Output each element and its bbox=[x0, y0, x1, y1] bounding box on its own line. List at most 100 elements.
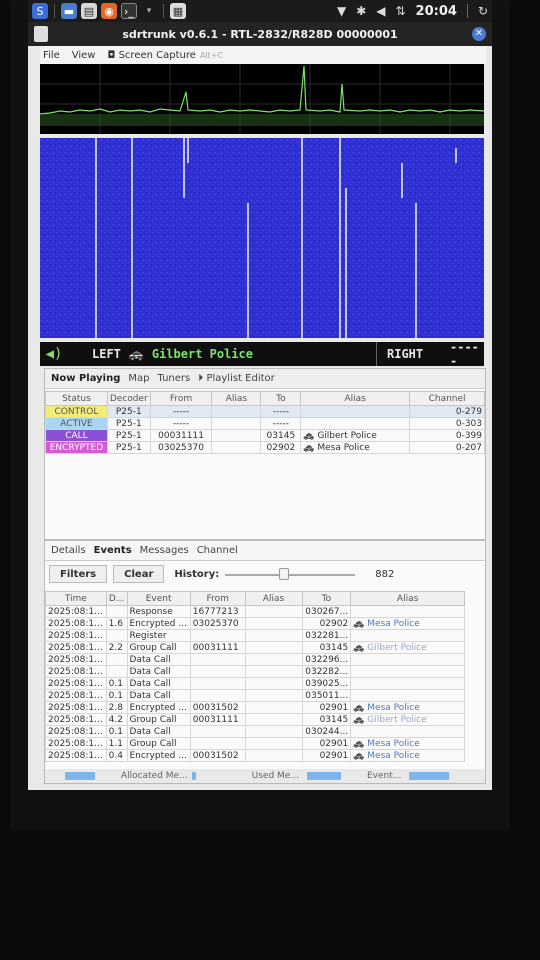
menu-view[interactable]: View bbox=[72, 50, 96, 61]
desktop-icon[interactable]: ▬ bbox=[61, 3, 77, 19]
filters-button[interactable]: Filters bbox=[49, 565, 108, 583]
tab-events[interactable]: Events bbox=[94, 545, 132, 556]
col-to[interactable]: To bbox=[260, 391, 302, 406]
col-decoder[interactable]: Decoder bbox=[106, 391, 151, 406]
event-cell: Response bbox=[126, 605, 191, 618]
tab-tuners[interactable]: Tuners bbox=[158, 373, 191, 384]
col-ev-alias[interactable]: Alias bbox=[244, 591, 303, 606]
menu-file[interactable]: File bbox=[43, 50, 60, 61]
time-cell: 2025:08:1... bbox=[45, 689, 107, 702]
wifi-icon[interactable]: ▼ bbox=[337, 4, 346, 18]
now-playing-row[interactable]: ACTIVE P25-1 ----- ----- 0-303 bbox=[45, 417, 485, 430]
time-cell: 2025:08:1... bbox=[45, 725, 107, 738]
from-cell-text: 03025370 bbox=[192, 618, 239, 629]
event-row[interactable]: 2025:08:1... 1.6 Encrypted ... 03025370 0290… bbox=[45, 617, 465, 630]
event-row[interactable]: 2025:08:1... Register 032281... bbox=[45, 629, 465, 642]
to-cell: 035011... bbox=[301, 689, 352, 702]
tab-now-playing[interactable]: Now Playing bbox=[51, 373, 120, 384]
event-cell: Encrypted ... bbox=[126, 749, 191, 762]
col-ev-from[interactable]: From bbox=[189, 591, 246, 606]
col-time[interactable]: Time bbox=[45, 591, 107, 606]
now-playing-row[interactable]: CONTROL P25-1 ----- ----- 0-279 bbox=[45, 405, 485, 418]
menu-screen-capture[interactable]: ◘ Screen Capture bbox=[107, 50, 195, 61]
duration-cell: 0.4 bbox=[105, 749, 128, 762]
time-cell-text: 2025:08:1... bbox=[48, 642, 103, 653]
channel-cell: 0-207 bbox=[409, 441, 485, 454]
tab-details[interactable]: Details bbox=[51, 545, 86, 556]
event-row[interactable]: 2025:08:1... 0.1 Data Call 039025... bbox=[45, 677, 465, 690]
col-alias-to[interactable]: Alias bbox=[300, 391, 411, 406]
time-cell-text: 2025:08:1... bbox=[48, 714, 103, 725]
event-row[interactable]: 2025:08:1... 0.1 Data Call 030244... bbox=[45, 725, 465, 738]
time-cell-text: 2025:08:1... bbox=[48, 738, 103, 749]
network-icon[interactable]: ⇅ bbox=[395, 4, 405, 18]
menu-screen-capture-label: Screen Capture bbox=[118, 49, 196, 61]
start-menu-icon[interactable]: S bbox=[32, 3, 48, 19]
tab-playlist-editor[interactable]: ⏵ Playlist Editor bbox=[198, 373, 275, 384]
col-channel[interactable]: Channel bbox=[409, 391, 485, 406]
close-icon[interactable]: ✕ bbox=[472, 27, 486, 41]
tab-messages[interactable]: Messages bbox=[140, 545, 189, 556]
decoder-cell: P25-1 bbox=[106, 429, 151, 442]
events-panel: Details Events Messages Channel Filters … bbox=[44, 540, 486, 784]
event-row[interactable]: 2025:08:1... 2.2 Group Call 00031111 03145 🚓 … bbox=[45, 641, 465, 654]
clock[interactable]: 20:04 bbox=[416, 4, 457, 19]
volume-icon[interactable]: ◀ bbox=[376, 4, 385, 18]
event-row[interactable]: 2025:08:1... 4.2 Group Call 00031111 03145 🚓 … bbox=[45, 713, 465, 726]
col-ev-alias-to[interactable]: Alias bbox=[350, 591, 465, 606]
now-playing-row[interactable]: ENCRYPTED P25-1 03025370 02902 🚓 Mesa Police… bbox=[45, 441, 485, 454]
from-cell-text: 00031111 bbox=[192, 642, 239, 653]
tab-channel[interactable]: Channel bbox=[197, 545, 238, 556]
history-slider-thumb[interactable] bbox=[279, 568, 290, 580]
bluetooth-icon[interactable]: ✱ bbox=[356, 4, 366, 18]
event-row[interactable]: 2025:08:1... 0.1 Data Call 035011... bbox=[45, 689, 465, 702]
alias-to-cell: 🚓 Mesa Police bbox=[350, 749, 465, 762]
duration-cell: 0.1 bbox=[105, 725, 128, 738]
taskbar: S ▬ ▤ ◉ ›_ ▾ ▦ ▼ ✱ ◀ ⇅ 20:04 ↻ bbox=[28, 0, 492, 22]
col-from[interactable]: From bbox=[149, 391, 213, 406]
terminal-icon[interactable]: ›_ bbox=[121, 3, 137, 19]
event-row[interactable]: 2025:08:1... 2.8 Encrypted ... 00031502 0290… bbox=[45, 701, 465, 714]
duration-cell-text: 2.2 bbox=[108, 642, 123, 653]
from-cell bbox=[189, 737, 246, 750]
alias-cell bbox=[211, 405, 262, 418]
event-row[interactable]: 2025:08:1... Data Call 032296... bbox=[45, 653, 465, 666]
col-ev-to[interactable]: To bbox=[301, 591, 352, 606]
event-row[interactable]: 2025:08:1... 1.1 Group Call 02901 🚓 Mesa Pol… bbox=[45, 737, 465, 750]
police-car-icon: 🚓 bbox=[353, 642, 368, 653]
from-cell-text: 00031111 bbox=[192, 714, 239, 725]
event-cell-text: Encrypted ... bbox=[129, 750, 187, 761]
alias-to-cell: 🚓 Mesa Police bbox=[300, 441, 411, 454]
col-duration[interactable]: D... bbox=[105, 591, 128, 606]
to-cell: 02901 bbox=[301, 749, 352, 762]
duration-cell-text: 1.1 bbox=[108, 738, 123, 749]
window-titlebar[interactable]: sdrtrunk v0.6.1 - RTL-2832/R828D 0000000… bbox=[28, 22, 492, 46]
from-cell-text: 00031111 bbox=[158, 430, 204, 441]
event-row[interactable]: 2025:08:1... 0.4 Encrypted ... 00031502 0290… bbox=[45, 749, 465, 762]
duration-cell bbox=[105, 629, 128, 642]
alias-cell bbox=[211, 441, 262, 454]
waterfall-display[interactable] bbox=[40, 138, 484, 338]
files-icon[interactable]: ▤ bbox=[81, 3, 97, 19]
spectrum-display[interactable] bbox=[39, 64, 485, 134]
clear-button[interactable]: Clear bbox=[113, 565, 165, 583]
col-event[interactable]: Event bbox=[126, 591, 191, 606]
history-slider[interactable] bbox=[225, 567, 356, 581]
chevron-down-icon[interactable]: ▾ bbox=[141, 3, 157, 19]
duration-cell: 0.1 bbox=[105, 677, 128, 690]
col-status[interactable]: Status bbox=[45, 391, 108, 406]
tab-map[interactable]: Map bbox=[128, 373, 149, 384]
menu-bar: File View ◘ Screen Capture Alt+C bbox=[40, 46, 486, 64]
event-row[interactable]: 2025:08:1... Data Call 032282... bbox=[45, 665, 465, 678]
now-playing-row[interactable]: CALL P25-1 00031111 03145 🚓 Gilbert Police 0-… bbox=[45, 429, 485, 442]
police-car-icon: 🚓 bbox=[128, 347, 144, 361]
event-row[interactable]: 2025:08:1... Response 16777213 030267... bbox=[45, 605, 465, 618]
event-cell-text: Group Call bbox=[129, 738, 177, 749]
speaker-icon[interactable]: ◀) bbox=[40, 346, 68, 362]
play-circle-icon: ⏵ bbox=[198, 373, 204, 384]
alias-to-cell-text: Mesa Police bbox=[317, 442, 370, 453]
sdrtrunk-task-icon[interactable]: ▦ bbox=[170, 3, 186, 19]
power-icon[interactable]: ↻ bbox=[478, 4, 488, 18]
firefox-icon[interactable]: ◉ bbox=[101, 3, 117, 19]
col-alias[interactable]: Alias bbox=[211, 391, 262, 406]
